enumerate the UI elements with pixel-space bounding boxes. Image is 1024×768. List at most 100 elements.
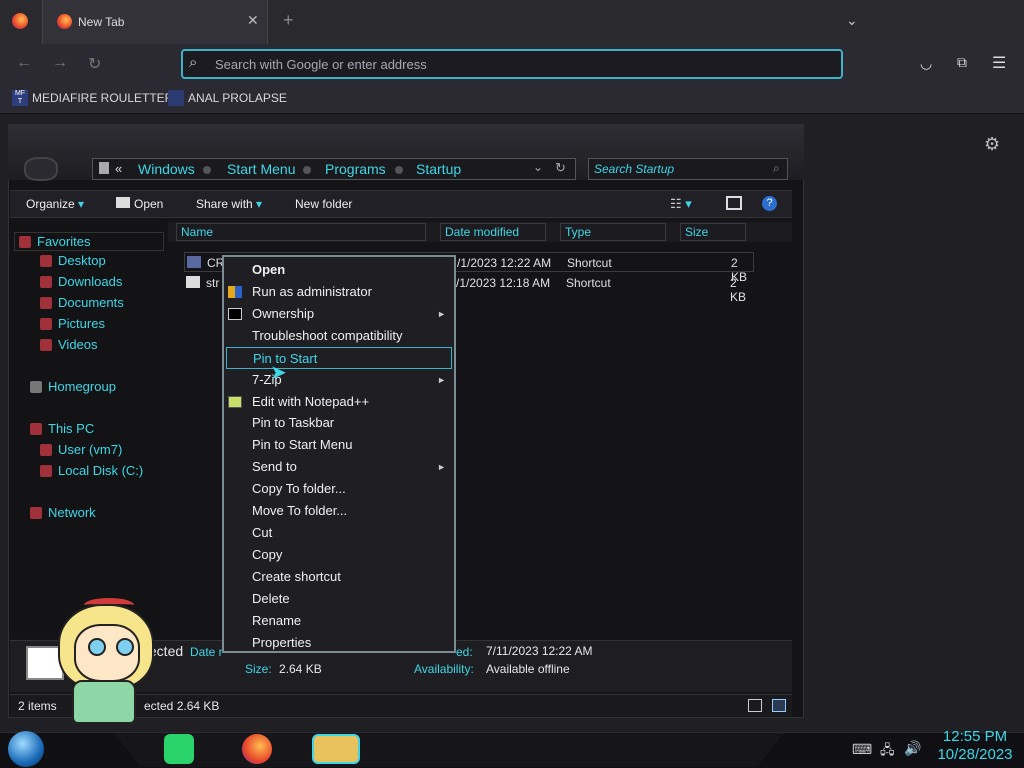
- view-options-icon[interactable]: ☷ ▾: [670, 196, 692, 212]
- clock-time: 12:55 PM: [942, 728, 1008, 745]
- notes-app-icon[interactable]: [164, 734, 194, 764]
- refresh-icon[interactable]: ↻: [555, 160, 566, 176]
- nav-downloads[interactable]: Downloads: [40, 274, 122, 289]
- nav-homegroup[interactable]: Homegroup: [30, 379, 116, 394]
- system-clock[interactable]: 12:55 PM 10/28/2023: [930, 728, 1020, 764]
- column-name[interactable]: Name: [176, 223, 426, 241]
- breadcrumb-item[interactable]: Startup: [416, 161, 461, 177]
- help-icon[interactable]: ?: [762, 196, 777, 211]
- menu-item-pin-to-start[interactable]: Pin to Start: [226, 347, 452, 369]
- menu-item-delete[interactable]: Delete: [252, 588, 452, 610]
- file-type: Shortcut: [566, 276, 611, 290]
- nav-label: Network: [48, 505, 96, 520]
- close-icon[interactable]: ✕: [247, 12, 259, 29]
- nav-pictures[interactable]: Pictures: [40, 316, 105, 331]
- homegroup-icon: [30, 380, 42, 393]
- extensions-icon[interactable]: ⧉: [957, 54, 967, 71]
- start-button[interactable]: [8, 731, 44, 767]
- nav-videos[interactable]: Videos: [40, 337, 98, 352]
- nav-network[interactable]: Network: [30, 505, 96, 520]
- tiles-view-icon[interactable]: [772, 699, 786, 712]
- shortcut-icon: [187, 256, 201, 268]
- menu-item-move-to-folder[interactable]: Move To folder...: [252, 500, 452, 522]
- open-button[interactable]: Open: [116, 197, 163, 211]
- notepad-icon: [228, 396, 242, 408]
- reload-icon[interactable]: ↻: [88, 54, 101, 74]
- window-icon: [116, 197, 130, 208]
- chevron-down-icon[interactable]: ⌄: [533, 160, 543, 174]
- mouse-cursor-icon: ➤: [270, 362, 287, 384]
- file-explorer-icon[interactable]: [312, 734, 360, 764]
- nav-this-pc[interactable]: This PC: [30, 421, 94, 436]
- character-body: [72, 680, 136, 724]
- pocket-icon[interactable]: ◡: [920, 55, 932, 72]
- menu-item-copy[interactable]: Copy: [252, 544, 452, 566]
- firefox-icon[interactable]: [12, 13, 28, 29]
- character-eye: [116, 638, 134, 656]
- back-orb-icon[interactable]: [24, 157, 58, 181]
- details-view-icon[interactable]: [748, 699, 762, 712]
- nav-label: Homegroup: [48, 379, 116, 394]
- menu-item-copy-to-folder[interactable]: Copy To folder...: [252, 478, 452, 500]
- menu-item-run-as-admin[interactable]: Run as administrator: [228, 281, 452, 303]
- menu-item-open[interactable]: Open: [252, 259, 452, 281]
- nav-local-disk[interactable]: Local Disk (C:): [40, 463, 143, 478]
- column-type[interactable]: Type: [560, 223, 666, 241]
- menu-item-ownership[interactable]: Ownership ►: [228, 303, 452, 325]
- menu-item-pin-taskbar[interactable]: Pin to Taskbar: [252, 412, 452, 434]
- forward-icon[interactable]: →: [52, 54, 68, 72]
- tab-new-tab[interactable]: New Tab ✕: [42, 0, 268, 44]
- organize-button[interactable]: Organize ▾: [26, 197, 84, 211]
- breadcrumb-item[interactable]: Programs: [325, 161, 386, 177]
- menu-icon[interactable]: ☰: [992, 53, 1006, 73]
- breadcrumb-item[interactable]: Start Menu: [227, 161, 295, 177]
- new-folder-button[interactable]: New folder: [295, 197, 352, 211]
- share-with-button[interactable]: Share with ▾: [196, 197, 262, 211]
- menu-item-properties[interactable]: Properties: [252, 632, 452, 654]
- bookmark-second[interactable]: ANAL PROLAPSE: [168, 90, 287, 106]
- url-bar[interactable]: ⌕ Search with Google or enter address: [181, 49, 843, 79]
- nav-documents[interactable]: Documents: [40, 295, 124, 310]
- menu-label: Pin to Start Menu: [252, 437, 353, 452]
- file-size: 2 KB: [730, 276, 747, 304]
- volume-icon[interactable]: 🔊: [904, 740, 921, 757]
- menu-item-create-shortcut[interactable]: Create shortcut: [252, 566, 452, 588]
- menu-item-troubleshoot[interactable]: Troubleshoot compatibility: [252, 325, 452, 347]
- chevron-down-icon[interactable]: ⌄: [846, 12, 858, 29]
- bookmark-mediafire[interactable]: MF T MEDIAFIRE ROULETTER: [12, 90, 173, 106]
- menu-item-rename[interactable]: Rename: [252, 610, 452, 632]
- menu-item-notepadpp[interactable]: Edit with Notepad++: [228, 391, 452, 413]
- nav-favorites[interactable]: Favorites: [14, 232, 164, 251]
- column-date[interactable]: Date modified: [440, 223, 546, 241]
- mediafire-icon: MF T: [12, 90, 28, 106]
- menu-label: Copy To folder...: [252, 481, 346, 496]
- downloads-icon: [40, 275, 52, 288]
- firefox-icon[interactable]: [242, 734, 272, 764]
- documents-icon: [40, 296, 52, 309]
- back-icon[interactable]: ←: [16, 54, 32, 72]
- menu-item-cut[interactable]: Cut: [252, 522, 452, 544]
- menu-item-send-to[interactable]: Send to ►: [252, 456, 452, 478]
- nav-desktop[interactable]: Desktop: [40, 253, 106, 268]
- search-box[interactable]: Search Startup ⌕: [588, 158, 788, 180]
- address-bar[interactable]: « Windows Start Menu Programs Startup ⌄ …: [92, 158, 576, 180]
- menu-label: Ownership: [252, 306, 315, 321]
- network-icon[interactable]: 🖧: [880, 741, 895, 763]
- star-icon: [19, 235, 31, 248]
- breadcrumb-item[interactable]: Windows: [138, 161, 195, 177]
- character-horns: [84, 598, 134, 612]
- nav-user[interactable]: User (vm7): [40, 442, 122, 457]
- preview-pane-icon[interactable]: [726, 196, 742, 210]
- keyboard-icon[interactable]: ⌨: [852, 741, 872, 758]
- command-bar: Organize ▾ Open Share with ▾ New folder …: [10, 190, 792, 218]
- details-availability-value: Available offline: [486, 662, 570, 676]
- column-size[interactable]: Size: [680, 223, 746, 241]
- menu-item-pin-start-menu[interactable]: Pin to Start Menu: [252, 434, 452, 456]
- new-tab-icon[interactable]: +: [283, 10, 294, 31]
- submenu-arrow-icon: ►: [437, 462, 446, 472]
- menu-label: Move To folder...: [252, 503, 348, 518]
- cmd-icon: [228, 308, 242, 320]
- gear-icon[interactable]: ⚙: [984, 134, 1000, 155]
- menu-label: Troubleshoot compatibility: [252, 328, 403, 343]
- bookmark-label: MEDIAFIRE ROULETTER: [32, 91, 174, 105]
